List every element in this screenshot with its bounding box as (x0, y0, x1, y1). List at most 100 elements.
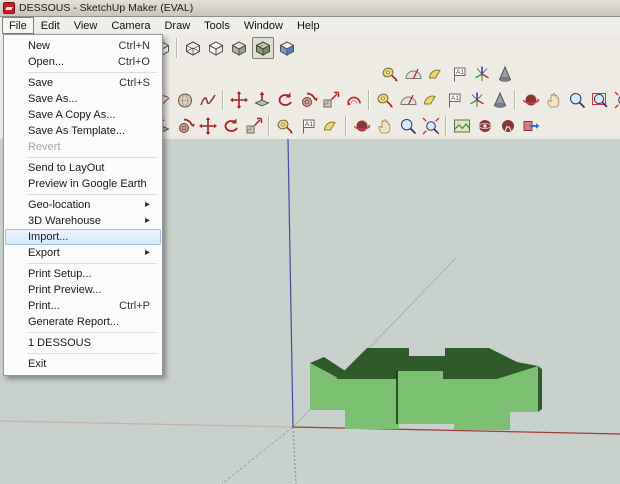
pan-icon[interactable] (544, 90, 564, 110)
dimensions-icon[interactable] (426, 64, 446, 84)
toolbar-separator (514, 90, 516, 110)
file-menu-popup: New Ctrl+N Open... Ctrl+O Save Ctrl+S Save As.… (3, 34, 163, 376)
scale-icon[interactable] (244, 116, 264, 136)
file-menu-item-import[interactable]: Import... (5, 229, 161, 245)
tape-measure-icon[interactable] (380, 64, 400, 84)
file-menu-item-new[interactable]: New Ctrl+N (5, 38, 161, 54)
window-titlebar[interactable]: DESSOUS - SketchUp Maker (EVAL) (0, 0, 620, 17)
toolbar-row-3: A1 (150, 88, 620, 112)
3d-text-icon[interactable] (495, 64, 515, 84)
menu-item-shortcut: Ctrl+S (119, 77, 150, 89)
follow-me-icon[interactable] (298, 90, 318, 110)
rotate-icon[interactable] (221, 116, 241, 136)
menu-separator (27, 263, 157, 264)
submenu-arrow-icon: ▸ (144, 199, 150, 210)
shaded-with-textures-icon[interactable] (251, 37, 274, 59)
zoom-extents-icon[interactable] (421, 116, 441, 136)
text-icon[interactable]: A1 (449, 64, 469, 84)
file-menu-item-3d-warehouse[interactable]: 3D Warehouse ▸ (5, 213, 161, 229)
orbit-icon[interactable] (521, 90, 541, 110)
walk-icon[interactable] (498, 116, 518, 136)
wireframe-icon[interactable] (183, 38, 203, 58)
hidden-line-icon[interactable] (206, 38, 226, 58)
dimensions-icon[interactable] (421, 90, 441, 110)
export-scene-icon[interactable] (521, 116, 541, 136)
toolbar-separator (445, 116, 447, 136)
axes-icon[interactable] (472, 64, 492, 84)
file-menu-item-export[interactable]: Export ▸ (5, 245, 161, 261)
menu-item-label: Print... (28, 300, 60, 312)
menu-item-label: Save As... (28, 93, 78, 105)
file-menu-item-print-setup[interactable]: Print Setup... (5, 266, 161, 282)
push-pull-icon[interactable] (252, 90, 272, 110)
file-menu-item-send-to-layout[interactable]: Send to LayOut (5, 160, 161, 176)
menu-item-shortcut: Ctrl+P (119, 300, 150, 312)
text-icon[interactable]: A1 (444, 90, 464, 110)
axis-blue-negative (292, 426, 297, 484)
freehand-icon[interactable] (198, 90, 218, 110)
look-around-icon[interactable] (475, 116, 495, 136)
axis-red-negative (0, 420, 294, 428)
menu-separator (27, 157, 157, 158)
file-menu-item-open[interactable]: Open... Ctrl+O (5, 54, 161, 70)
zoom-icon[interactable] (567, 90, 587, 110)
file-menu-item-revert: Revert (5, 139, 161, 155)
menubar-item-draw[interactable]: Draw (157, 17, 197, 34)
text-icon[interactable]: A1 (298, 116, 318, 136)
menubar-item-view[interactable]: View (67, 17, 105, 34)
menu-item-label: Save As Template... (28, 125, 126, 137)
move-icon[interactable] (229, 90, 249, 110)
file-menu-item-print[interactable]: Print... Ctrl+P (5, 298, 161, 314)
protractor-icon[interactable] (403, 64, 423, 84)
toolbar-row-1 (150, 36, 298, 60)
file-menu-item-save[interactable]: Save Ctrl+S (5, 75, 161, 91)
zoom-icon[interactable] (398, 116, 418, 136)
menu-item-label: Open... (28, 56, 65, 68)
photo-textures-icon[interactable] (452, 116, 472, 136)
axes-icon[interactable] (467, 90, 487, 110)
zoom-window-icon[interactable] (590, 90, 610, 110)
menubar-item-window[interactable]: Window (237, 17, 290, 34)
toolbar-separator (222, 90, 224, 110)
file-menu-item-preview-in-google-earth[interactable]: Preview in Google Earth (5, 176, 161, 192)
zoom-extents-icon[interactable] (613, 90, 620, 110)
file-menu-item-geo-location[interactable]: Geo-location ▸ (5, 197, 161, 213)
tape-measure-icon[interactable] (375, 90, 395, 110)
menubar-item-help[interactable]: Help (290, 17, 327, 34)
menubar: File Edit View Camera Draw Tools Window Help (0, 17, 620, 35)
svg-text:A1: A1 (456, 69, 464, 76)
menubar-item-tools[interactable]: Tools (197, 17, 237, 34)
file-menu-item-generate-report[interactable]: Generate Report... (5, 314, 161, 330)
pan-icon[interactable] (375, 116, 395, 136)
file-menu-item-print-preview[interactable]: Print Preview... (5, 282, 161, 298)
dimensions-icon[interactable] (321, 116, 341, 136)
menu-item-shortcut: Ctrl+N (118, 40, 150, 52)
file-menu-item-1-dessous[interactable]: 1 DESSOUS (5, 335, 161, 351)
toolbar-separator (268, 116, 270, 136)
tape-measure-icon[interactable] (275, 116, 295, 136)
3d-text-icon[interactable] (490, 90, 510, 110)
menubar-item-camera[interactable]: Camera (104, 17, 157, 34)
protractor-icon[interactable] (398, 90, 418, 110)
orbit-icon[interactable] (352, 116, 372, 136)
rotate-icon[interactable] (275, 90, 295, 110)
shaded-icon[interactable] (229, 38, 249, 58)
file-menu-item-exit[interactable]: Exit (5, 356, 161, 372)
svg-text:A1: A1 (451, 95, 459, 102)
file-menu-item-save-as[interactable]: Save As... (5, 91, 161, 107)
move-icon[interactable] (198, 116, 218, 136)
menubar-item-file[interactable]: File (2, 17, 34, 34)
offset-icon[interactable] (344, 90, 364, 110)
follow-me-icon[interactable] (175, 116, 195, 136)
menu-item-label: Revert (28, 141, 61, 153)
scale-icon[interactable] (321, 90, 341, 110)
submenu-arrow-icon: ▸ (144, 215, 150, 226)
polygon-icon[interactable] (175, 90, 195, 110)
submenu-arrow-icon: ▸ (144, 247, 150, 258)
file-menu-item-save-a-copy-as[interactable]: Save A Copy As... (5, 107, 161, 123)
menubar-item-edit[interactable]: Edit (34, 17, 67, 34)
model-side-face-right (538, 366, 542, 412)
menu-item-label: Generate Report... (28, 316, 120, 328)
monochrome-icon[interactable] (277, 38, 297, 58)
file-menu-item-save-as-template[interactable]: Save As Template... (5, 123, 161, 139)
